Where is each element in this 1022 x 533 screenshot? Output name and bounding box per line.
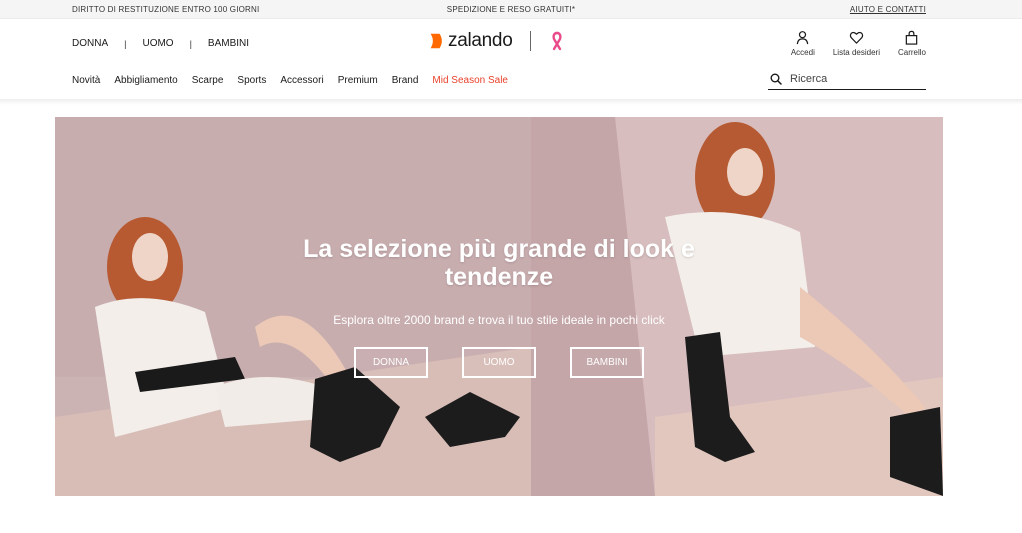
- hero-title: La selezione più grande di look e tenden…: [303, 235, 695, 291]
- category-new[interactable]: Novità: [72, 75, 100, 86]
- category-shoes[interactable]: Scarpe: [192, 75, 224, 86]
- header-divider: [0, 99, 1022, 105]
- hero-content: La selezione più grande di look e tenden…: [55, 235, 943, 378]
- account-links: Accedi Lista desideri Carrello: [791, 30, 926, 57]
- category-sale[interactable]: Mid Season Sale: [432, 75, 508, 86]
- category-sports[interactable]: Sports: [237, 75, 266, 86]
- login-label: Accedi: [790, 48, 815, 57]
- category-clothing[interactable]: Abbigliamento: [114, 75, 177, 86]
- gender-nav-men[interactable]: UOMO: [142, 38, 173, 49]
- bag-icon: [906, 30, 918, 45]
- hero-banner[interactable]: La selezione più grande di look e tenden…: [55, 117, 943, 496]
- gender-nav: DONNA | UOMO | BAMBINI: [72, 38, 249, 49]
- cart-label: Carrello: [897, 48, 926, 57]
- awareness-ribbon-icon[interactable]: [549, 31, 565, 51]
- wishlist-label: Lista desideri: [832, 48, 880, 57]
- heart-icon: [849, 31, 864, 44]
- hero-women-button[interactable]: DONNA: [354, 347, 428, 378]
- hero-buttons: DONNA UOMO BAMBINI: [55, 347, 943, 378]
- search-input[interactable]: [790, 73, 920, 85]
- login-link[interactable]: Accedi: [791, 30, 815, 57]
- search-bar[interactable]: [768, 69, 926, 90]
- category-nav: Novità Abbigliamento Scarpe Sports Acces…: [72, 75, 508, 86]
- cart-link[interactable]: Carrello: [898, 30, 926, 57]
- wishlist-link[interactable]: Lista desideri: [833, 30, 880, 57]
- user-icon: [797, 31, 809, 45]
- hero-kids-button[interactable]: BAMBINI: [570, 347, 644, 378]
- hero-subtitle: Esplora oltre 2000 brand e trova il tuo …: [333, 313, 665, 327]
- logo-divider: [530, 31, 532, 51]
- gender-nav-separator: |: [189, 38, 192, 49]
- site-header: DONNA | UOMO | BAMBINI zalando Accedi Li…: [0, 19, 1022, 99]
- search-icon[interactable]: [770, 73, 782, 85]
- promo-bar: DIRITTO DI RESTITUZIONE ENTRO 100 GIORNI…: [0, 0, 1022, 19]
- category-accessories[interactable]: Accessori: [280, 75, 323, 86]
- gender-nav-separator: |: [124, 38, 127, 49]
- category-brand[interactable]: Brand: [392, 75, 419, 86]
- gender-nav-women[interactable]: DONNA: [72, 38, 108, 49]
- gender-nav-kids[interactable]: BAMBINI: [208, 38, 249, 49]
- zalando-logo[interactable]: zalando: [427, 30, 565, 52]
- zalando-logo-icon: [430, 33, 442, 49]
- hero-men-button[interactable]: UOMO: [462, 347, 536, 378]
- category-premium[interactable]: Premium: [338, 75, 378, 86]
- help-contact-link[interactable]: AIUTO E CONTATTI: [850, 5, 926, 14]
- logo-wordmark: zalando: [448, 30, 513, 51]
